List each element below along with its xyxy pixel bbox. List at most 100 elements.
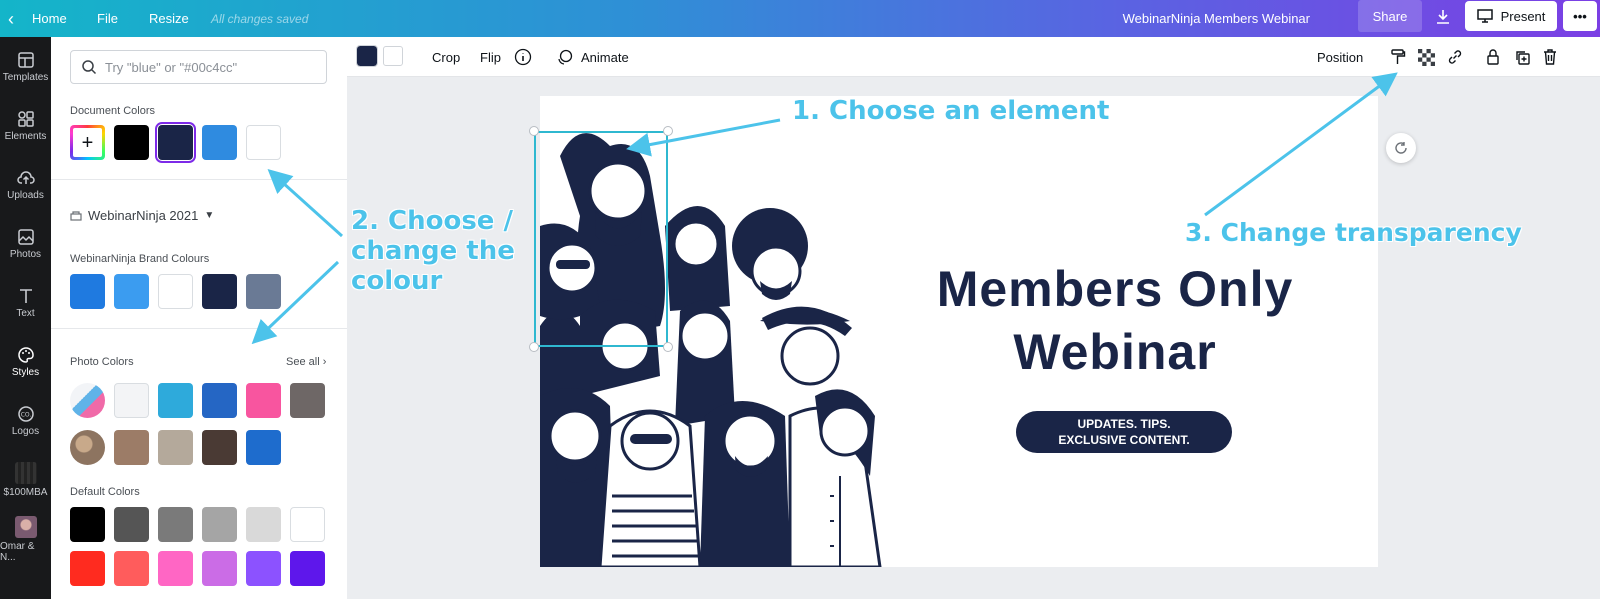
tagline-pill[interactable]: UPDATES. TIPS. EXCLUSIVE CONTENT. — [1016, 411, 1232, 453]
rail-folder2-label: Omar & N... — [0, 540, 35, 563]
see-all-link[interactable]: See all › — [286, 356, 326, 368]
color-swatch[interactable] — [158, 274, 193, 309]
color-swatch[interactable] — [246, 507, 281, 542]
rail-text[interactable]: Text — [0, 275, 51, 331]
color-swatch[interactable] — [158, 430, 193, 465]
brand-kit-selector[interactable]: WebinarNinja 2021 ▼ — [70, 208, 214, 223]
present-button[interactable]: Present — [1465, 1, 1557, 31]
rail-photos[interactable]: Photos — [0, 216, 51, 272]
photo-thumbnail[interactable] — [70, 383, 105, 418]
color-swatch[interactable] — [155, 122, 196, 163]
resize-handle[interactable] — [529, 342, 539, 352]
color-swatch[interactable] — [246, 274, 281, 309]
link-icon — [1448, 50, 1462, 64]
transparency-button[interactable] — [1418, 37, 1435, 77]
save-status: All changes saved — [211, 11, 309, 26]
color-swatch[interactable] — [202, 551, 237, 586]
lock-icon — [1487, 49, 1499, 65]
top-bar: ‹ Home File Resize All changes saved Web… — [0, 0, 1600, 37]
color-swatch[interactable] — [290, 551, 325, 586]
color-swatch[interactable] — [158, 383, 193, 418]
left-rail: Templates Elements Uploads Photos Text S… — [0, 37, 51, 599]
file-menu[interactable]: File — [97, 0, 118, 37]
rail-styles[interactable]: Styles — [0, 334, 51, 390]
flip-button[interactable]: Flip — [480, 37, 501, 77]
resize-handle[interactable] — [663, 342, 673, 352]
rail-uploads[interactable]: Uploads — [0, 157, 51, 213]
secondary-color-swatch[interactable] — [383, 46, 403, 66]
download-button[interactable] — [1427, 2, 1459, 31]
folder-thumbnail — [14, 462, 37, 484]
refresh-button[interactable] — [1386, 133, 1416, 163]
link-button[interactable] — [1446, 37, 1464, 77]
position-button[interactable]: Position — [1317, 37, 1363, 77]
rail-elements[interactable]: Elements — [0, 98, 51, 154]
rail-uploads-label: Uploads — [7, 190, 44, 201]
duplicate-button[interactable] — [1514, 37, 1531, 77]
animate-icon — [558, 49, 573, 65]
document-title[interactable]: WebinarNinja Members Webinar — [1123, 0, 1310, 37]
info-icon — [514, 48, 532, 66]
headline-line-2: Webinar — [1013, 323, 1217, 380]
color-swatch[interactable] — [202, 274, 237, 309]
selection-box[interactable] — [534, 131, 668, 347]
add-color-button[interactable]: + — [70, 125, 105, 160]
color-swatch[interactable] — [70, 507, 105, 542]
rail-templates[interactable]: Templates — [0, 39, 51, 95]
annotation-step-2: 2. Choose / change the colour — [351, 206, 515, 297]
color-search[interactable] — [70, 50, 327, 84]
color-swatch[interactable] — [246, 383, 281, 418]
slide-headline[interactable]: Members Only Webinar — [900, 258, 1330, 383]
info-button[interactable] — [514, 37, 532, 77]
crop-button[interactable]: Crop — [432, 37, 460, 77]
color-search-input[interactable] — [105, 59, 305, 75]
color-swatch[interactable] — [158, 551, 193, 586]
present-label: Present — [1500, 8, 1546, 24]
copy-style-button[interactable] — [1390, 37, 1406, 77]
color-swatch[interactable] — [246, 430, 281, 465]
lock-button[interactable] — [1485, 37, 1501, 77]
color-swatch[interactable] — [290, 507, 325, 542]
annotation-step-2-line-1: 2. Choose / — [351, 206, 513, 236]
animate-button[interactable]: Animate — [556, 37, 629, 77]
elements-icon — [17, 111, 34, 127]
color-swatch[interactable] — [114, 507, 149, 542]
rail-logos[interactable]: CO. Logos — [0, 393, 51, 449]
rail-folder-omar[interactable]: Omar & N... — [0, 511, 51, 567]
resize-menu[interactable]: Resize — [149, 0, 189, 37]
document-colors-title: Document Colors — [70, 105, 155, 117]
delete-button[interactable] — [1542, 37, 1558, 77]
color-swatch[interactable] — [70, 274, 105, 309]
color-swatch[interactable] — [202, 430, 237, 465]
color-swatch[interactable] — [246, 125, 281, 160]
color-swatch[interactable] — [114, 383, 149, 418]
color-swatch[interactable] — [114, 274, 149, 309]
color-swatch[interactable] — [114, 125, 149, 160]
resize-handle[interactable] — [663, 126, 673, 136]
photos-icon — [17, 229, 34, 245]
annotation-step-2-line-3: colour — [351, 265, 443, 296]
rail-logos-label: Logos — [11, 426, 40, 437]
color-swatch[interactable] — [70, 551, 105, 586]
share-button[interactable]: Share — [1358, 0, 1422, 32]
color-swatch[interactable] — [158, 507, 193, 542]
color-swatch[interactable] — [202, 383, 237, 418]
editor-toolbar: Crop Flip Animate Position — [347, 37, 1600, 77]
animate-label: Animate — [581, 49, 629, 65]
color-swatch[interactable] — [114, 551, 149, 586]
color-swatch[interactable] — [202, 507, 237, 542]
brand-colors-title: WebinarNinja Brand Colours — [70, 253, 210, 265]
rail-folder-100mba[interactable]: $100MBA — [0, 452, 51, 508]
brand-kit-name: WebinarNinja 2021 — [88, 208, 199, 223]
resize-handle[interactable] — [529, 126, 539, 136]
color-swatch[interactable] — [202, 125, 237, 160]
color-swatch[interactable] — [290, 383, 325, 418]
color-swatch[interactable] — [246, 551, 281, 586]
more-button[interactable]: ••• — [1563, 1, 1597, 31]
home-button[interactable]: ‹ Home — [8, 0, 67, 37]
templates-icon — [17, 52, 34, 68]
color-swatch[interactable] — [114, 430, 149, 465]
rail-elements-label: Elements — [4, 131, 47, 142]
photo-thumbnail[interactable] — [70, 430, 105, 465]
fill-color-swatch[interactable] — [356, 45, 378, 67]
